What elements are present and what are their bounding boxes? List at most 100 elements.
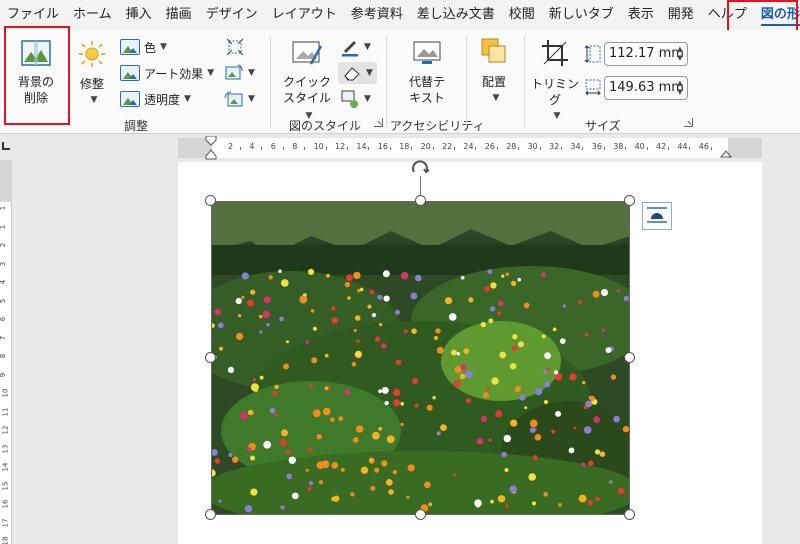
indent-marker-icon[interactable] (205, 136, 217, 160)
flower-dot (392, 470, 398, 475)
flower-dot (622, 425, 630, 433)
flower-dot (307, 486, 312, 491)
chevron-down-icon: ▼ (184, 94, 191, 104)
garden-photo[interactable] (211, 201, 630, 515)
flower-dot (578, 494, 587, 503)
flower-dot (504, 467, 509, 473)
flower-dot (432, 396, 436, 400)
crop-button[interactable]: トリミング ▼ (530, 38, 580, 124)
flower-dot (410, 292, 418, 300)
tab-9[interactable]: 新しいタブ (542, 0, 621, 30)
flower-dot (279, 316, 284, 322)
resize-handle-right[interactable] (624, 352, 635, 363)
layout-options-button[interactable] (642, 202, 672, 230)
ruler-tick-label: 18 (399, 142, 410, 151)
transparency-button[interactable]: 透明度 ▼ (120, 88, 191, 110)
flower-dot (468, 297, 474, 303)
tab-10[interactable]: 表示 (621, 0, 661, 30)
chevron-down-icon: ▼ (492, 93, 500, 103)
ruler-tick-label: 24 (463, 142, 474, 151)
resize-handle-top-left[interactable] (205, 195, 216, 206)
picture-border-button[interactable]: ▼ (340, 36, 371, 58)
tab-6[interactable]: 参考資料 (344, 0, 410, 30)
flower-dot (535, 387, 543, 396)
chevron-down-icon: ▼ (364, 42, 371, 52)
quick-styles-button[interactable]: クイック スタイル▼ (278, 40, 336, 124)
resize-handle-bottom[interactable] (415, 509, 426, 520)
group-label-styles: 図のスタイル (289, 119, 362, 133)
ruler-tick-label: 44 (677, 142, 688, 151)
reset-picture-button[interactable]: ▼ (224, 88, 255, 110)
flower-dot (623, 295, 629, 302)
tab-selector-icon[interactable] (2, 142, 10, 150)
picture-effects-button[interactable]: ▼ (338, 62, 377, 84)
flower-dot (540, 272, 546, 278)
width-value: 149.63 mm (609, 80, 684, 95)
flower-dot (524, 406, 528, 410)
ruler-tick-label: 6 (0, 316, 8, 322)
spin-arrows-icon[interactable]: ▲ ▼ (675, 45, 685, 63)
flower-dot (280, 279, 289, 287)
flower-dot (600, 288, 609, 297)
flower-dot (581, 462, 586, 467)
ruler-tick (625, 147, 627, 150)
ruler-tick-label: 40 (634, 142, 645, 151)
flower-dot (259, 330, 263, 334)
tab-3[interactable]: 描画 (159, 0, 199, 30)
flower-dot (259, 314, 263, 319)
flower-dot (228, 452, 233, 458)
ruler-tick (646, 147, 648, 150)
flower-dot (383, 295, 390, 302)
flower-dot (512, 334, 518, 340)
flower-dot (274, 412, 278, 417)
tab-4[interactable]: デザイン (199, 0, 265, 30)
tab-1[interactable]: ホーム (66, 0, 119, 30)
flower-dot (318, 480, 324, 485)
resize-handle-top-right[interactable] (624, 195, 635, 206)
picture-layout-button[interactable]: ▼ (340, 88, 371, 110)
flower-dot (558, 503, 562, 507)
flower-dot (393, 399, 401, 407)
compress-icon (226, 38, 244, 56)
horizontal-ruler[interactable]: 2 4 6 8 10 12 14 16 18 20 22 24 26 28 30 32 34 36 38 40 42 44… (178, 138, 762, 158)
tab-2[interactable]: 挿入 (119, 0, 159, 30)
tab-7[interactable]: 差し込み文書 (410, 0, 502, 30)
flower-dot (491, 377, 499, 385)
resize-handle-bottom-right[interactable] (624, 509, 635, 520)
height-input[interactable]: 112.17 mm ▲ ▼ (604, 42, 688, 66)
rotate-handle-icon[interactable] (410, 160, 430, 176)
ruler-tick-label: 6 (270, 142, 276, 151)
flower-dot (519, 394, 526, 401)
flower-dot (433, 335, 438, 341)
resize-handle-top[interactable] (415, 195, 426, 206)
flower-dot (488, 438, 492, 442)
flower-dot (280, 505, 285, 510)
corrections-button[interactable]: 修整 ▼ (74, 40, 110, 108)
arrange-icon (481, 38, 506, 63)
ruler-tick-label: 3 (0, 261, 8, 266)
tab-5[interactable]: レイアウト (265, 0, 344, 30)
resize-handle-bottom-left[interactable] (205, 509, 216, 520)
arrange-button[interactable]: 配置 ▼ (474, 36, 514, 106)
width-input[interactable]: 149.63 mm ▲ ▼ (604, 76, 688, 100)
flower-dot (385, 479, 393, 486)
flower-dot (274, 384, 279, 389)
flower-dot (305, 468, 309, 472)
spin-arrows-icon[interactable]: ▲ ▼ (675, 79, 685, 97)
change-picture-button[interactable]: ▼ (224, 62, 255, 84)
resize-handle-left[interactable] (205, 352, 216, 363)
flower-dot (400, 402, 404, 406)
tab-11[interactable]: 開発 (661, 0, 701, 30)
compress-pictures-button[interactable] (226, 36, 244, 58)
alt-text-button[interactable]: 代替テ キスト (402, 40, 452, 106)
vertical-ruler[interactable]: 112345678910111213141516171819 (0, 160, 12, 544)
styles-dialog-launcher[interactable] (374, 118, 383, 127)
flower-dot (240, 411, 248, 420)
size-dialog-launcher[interactable] (684, 118, 693, 127)
flower-dot (321, 460, 330, 469)
right-indent-marker-icon[interactable] (720, 146, 732, 158)
color-button[interactable]: 色 ▼ (120, 36, 167, 58)
tab-8[interactable]: 校閲 (502, 0, 542, 30)
flower-dot (543, 492, 548, 497)
art-effects-button[interactable]: アート効果 ▼ (120, 62, 214, 84)
